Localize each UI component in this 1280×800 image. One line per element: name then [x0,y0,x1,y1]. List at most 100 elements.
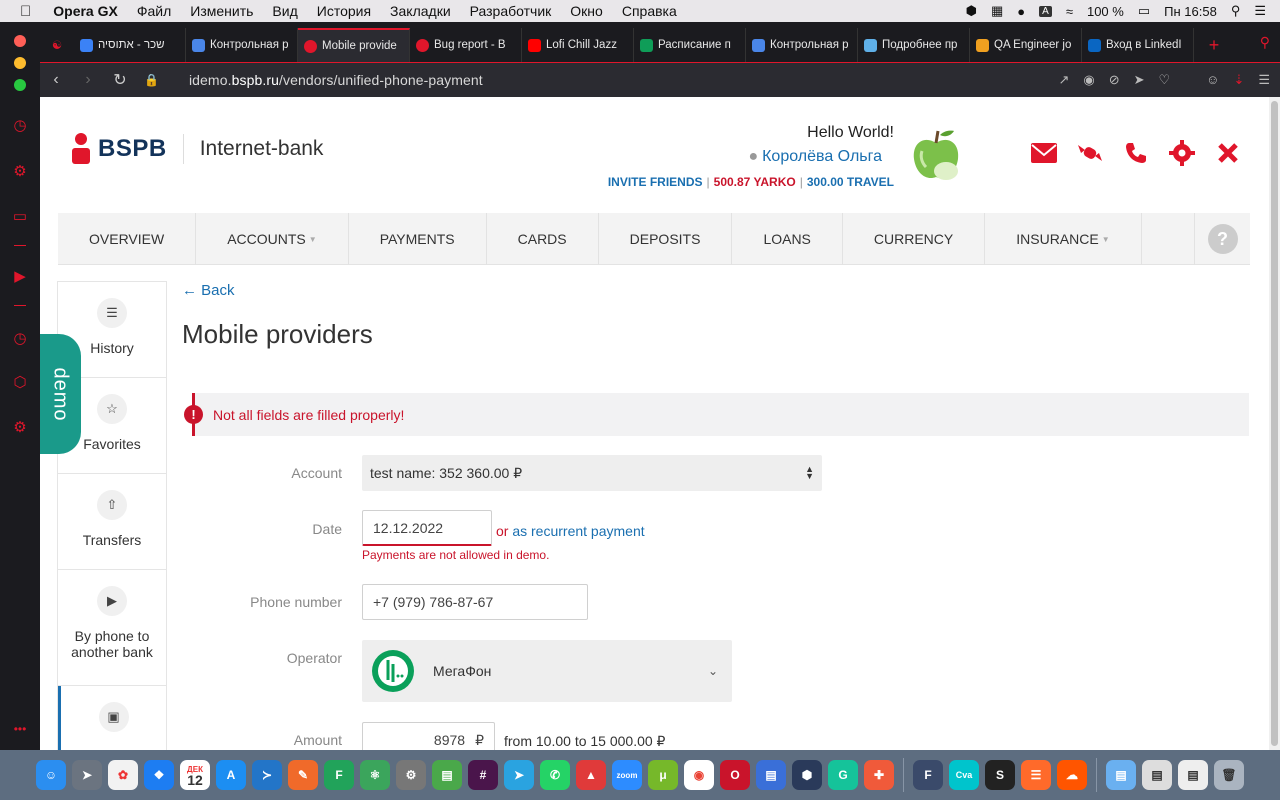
apple-icon[interactable]:  [20,3,31,20]
adblock-icon[interactable]: ⊘ [1109,72,1120,88]
menu-help[interactable]: Справка [622,3,677,19]
account-select[interactable]: test name: 352 360.00 ₽ ▲ ▼ [362,455,822,491]
anydesk-icon[interactable]: ▲ [576,760,606,790]
utorrent-icon[interactable]: μ [648,760,678,790]
extensions-icon[interactable]: ⬡ [10,372,30,392]
tab[interactable]: Bug report - B [410,28,522,62]
pencil-app-icon[interactable]: ✎ [288,760,318,790]
launchpad-icon[interactable]: ➤ [72,760,102,790]
app-store-icon[interactable]: A [216,760,246,790]
new-tab-button[interactable]: + [1194,28,1234,62]
forward-nav-icon[interactable]: › [72,71,104,89]
url-field[interactable]: idemo.bspb.ru/vendors/unified-phone-paym… [189,72,483,88]
safari-icon[interactable]: ❖ [144,760,174,790]
opera-icon[interactable]: O [720,760,750,790]
postman-icon[interactable]: ✚ [864,760,894,790]
trash-icon[interactable]: 🗑 [1214,760,1244,790]
nav-cards[interactable]: CARDS [487,213,599,265]
wifi-icon[interactable]: ≈ [1066,4,1073,19]
whatsapp-icon[interactable]: ✆ [540,760,570,790]
camera-icon[interactable]: ◉ [1083,72,1094,88]
heart-icon[interactable]: ♡ [1159,72,1171,88]
sidenav-transfers[interactable]: ⇧ Transfers [58,474,166,570]
nav-accounts[interactable]: ACCOUNTS ▼ [196,213,349,265]
send-icon[interactable]: ➤ [1134,72,1145,88]
twitch-icon[interactable]: ▭ [10,206,30,226]
sequel-icon[interactable]: S [985,760,1015,790]
logout-close-icon[interactable] [1214,139,1242,167]
tab[interactable]: Lofi Chill Jazz [522,28,634,62]
easy-setup-icon[interactable]: ☰ [1258,72,1270,88]
tab[interactable]: שכר - אתוסיה [74,28,186,62]
amount-input[interactable]: 8978 ₽ [362,722,495,750]
tab-search-icon[interactable]: ⚲ [1260,34,1270,51]
system-preferences-icon[interactable]: ⚙ [396,760,426,790]
gx-corner-icon[interactable]: ⚙ [10,161,30,181]
status-app-icon[interactable]: ⬢ [966,3,977,19]
tab[interactable]: Расписание п [634,28,746,62]
back-link[interactable]: ← Back [182,282,235,299]
screen-share-icon[interactable]: ▤ [432,760,462,790]
menu-window[interactable]: Окно [570,3,603,19]
nav-payments[interactable]: PAYMENTS [349,213,487,265]
window-maximize-button[interactable] [14,79,26,91]
vscode-icon[interactable]: ≻ [252,760,282,790]
more-icon[interactable]: ••• [10,719,30,739]
spotlight-search-icon[interactable]: ⚲ [1231,3,1241,19]
recurrent-payment-link[interactable]: as recurrent payment [512,523,644,539]
settings-icon[interactable]: ⚙ [10,417,30,437]
menu-developer[interactable]: Разработчик [470,3,552,19]
framer-icon[interactable]: F [913,760,943,790]
phone-icon[interactable] [1122,139,1150,167]
xcode-icon[interactable]: ⬢ [792,760,822,790]
telegram-icon[interactable]: ➤ [504,760,534,790]
soundcloud-icon[interactable]: ☁ [1057,760,1087,790]
menu-history[interactable]: История [317,3,371,19]
demo-badge[interactable]: demo [40,334,81,454]
user-link[interactable]: ● Королёва Ольга [748,148,882,166]
tab[interactable]: Подробнее пр [858,28,970,62]
calendar-icon[interactable]: ДЕК 12 [180,760,210,790]
menu-edit[interactable]: Изменить [190,3,253,19]
share-icon[interactable]: ↗ [1058,72,1069,88]
status-grid-icon[interactable]: ▦ [991,3,1003,19]
mail-icon[interactable] [1030,139,1058,167]
finder-icon[interactable]: ☺ [36,760,66,790]
gx-control-icon[interactable]: ◷ [10,115,30,135]
charles-icon[interactable]: ▤ [756,760,786,790]
operator-select[interactable]: МегаФон ⌄ [362,640,732,702]
back-nav-icon[interactable]: ‹ [40,71,72,89]
date-input[interactable]: 12.12.2022 [362,510,492,546]
invite-friends-link[interactable]: INVITE FRIENDS [608,175,703,189]
player-icon[interactable]: ▶ [10,266,30,286]
window-close-button[interactable] [14,35,26,47]
menu-bookmarks[interactable]: Закладки [390,3,451,19]
input-source-icon[interactable]: A [1039,5,1052,17]
candy-icon[interactable] [1076,139,1104,167]
travel-balance-link[interactable]: 300.00 TRAVEL [807,175,894,189]
profile-icon[interactable]: ☺ [1206,72,1219,88]
battery-icon[interactable]: ▭ [1138,3,1150,19]
zoom-icon[interactable]: zoom [612,760,642,790]
control-center-icon[interactable]: ☰ [1254,3,1266,19]
sidenav-phone-transfer[interactable]: ▶ By phone to another bank [58,570,166,686]
window-minimize-button[interactable] [14,57,26,69]
tab[interactable]: Контрольная р [186,28,298,62]
slack-icon[interactable]: # [468,760,498,790]
tab[interactable]: Вход в LinkedI [1082,28,1194,62]
nav-insurance[interactable]: INSURANCE ▼ [985,213,1142,265]
menu-file[interactable]: Файл [137,3,171,19]
help-button[interactable]: ? [1194,213,1250,265]
grammarly-icon[interactable]: G [828,760,858,790]
tab-active[interactable]: Mobile provide [298,28,410,62]
downloads-folder-icon[interactable]: ▤ [1106,760,1136,790]
yarko-balance-link[interactable]: 500.87 YARKO [714,175,796,189]
canva-icon[interactable]: Cva [949,760,979,790]
tab[interactable]: Контрольная р [746,28,858,62]
download-icon[interactable]: ⇣ [1233,72,1244,88]
atom-icon[interactable]: ⚛ [360,760,390,790]
settings-gear-icon[interactable] [1168,139,1196,167]
phone-input[interactable]: +7 (979) 786-87-67 [362,584,588,620]
status-badge-icon[interactable]: ● [1017,4,1025,19]
history-icon[interactable]: ◷ [10,328,30,348]
